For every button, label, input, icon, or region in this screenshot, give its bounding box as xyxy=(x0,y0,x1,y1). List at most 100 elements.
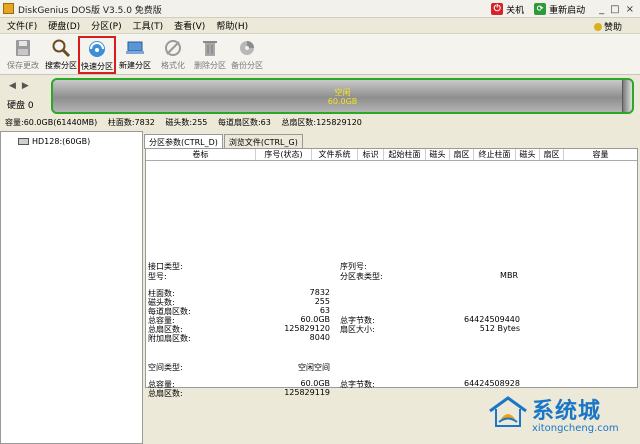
free-capacity-value: 60.0GB xyxy=(300,379,331,388)
maximize-icon[interactable]: □ xyxy=(610,4,619,15)
menu-help[interactable]: 帮助(H) xyxy=(216,19,248,32)
format-icon xyxy=(165,40,181,56)
partition-table-type-label: 分区表类型: xyxy=(340,272,383,281)
restart-icon: ⟳ xyxy=(534,3,547,15)
sectors-per-track-value: 63 xyxy=(319,306,330,315)
menu-bar: 文件(F) 硬盘(D) 分区(P) 工具(T) 查看(V) 帮助(H) xyxy=(0,18,640,33)
col-end-head[interactable]: 磁头 xyxy=(516,149,540,160)
quick-partition-button[interactable]: 快速分区 xyxy=(78,36,116,74)
space-type-label: 空间类型: xyxy=(148,363,183,372)
close-icon[interactable]: × xyxy=(626,4,634,15)
watermark-url: xitongcheng.com xyxy=(532,423,619,434)
shutdown-button[interactable]: ⏻ 关机 xyxy=(491,3,524,16)
tree-node-hd128[interactable]: HD128:(60GB) xyxy=(18,137,90,146)
sector-size-label: 扇区大小: xyxy=(340,325,375,334)
extra-sectors-value: 8040 xyxy=(309,333,330,342)
tree-node-label: HD128:(60GB) xyxy=(32,137,91,146)
prev-disk-icon[interactable]: ◀ xyxy=(9,81,16,91)
total-capacity-value: 60.0GB xyxy=(300,315,331,324)
free-sectors-value: 125829119 xyxy=(284,388,330,397)
tool-label: 格式化 xyxy=(161,61,185,70)
disk-heads: 磁头数:255 xyxy=(165,118,208,127)
save-icon xyxy=(16,40,30,56)
tool-label: 删除分区 xyxy=(194,61,226,70)
partition-table-type-value: MBR xyxy=(500,271,518,280)
disk-info-strip: 容量:60.0GB(61440MB) 柱面数:7832 磁头数:255 每道扇区… xyxy=(0,116,640,129)
tab-browse-files[interactable]: 浏览文件(CTRL_G) xyxy=(223,134,303,149)
tool-label: 保存更改 xyxy=(7,61,39,70)
col-end-cylinder[interactable]: 终止柱面 xyxy=(474,149,516,160)
col-start-cylinder[interactable]: 起始柱面 xyxy=(384,149,426,160)
disk-bar-end xyxy=(622,80,632,112)
window-title: DiskGenius DOS版 V3.5.0 免费版 xyxy=(18,6,162,16)
format-button[interactable]: 格式化 xyxy=(154,37,192,75)
sector-size-value: 512 Bytes xyxy=(479,324,520,333)
free-bytes-value: 64424508928 xyxy=(464,379,520,388)
tab-partition-params[interactable]: 分区参数(CTRL_D) xyxy=(144,134,223,149)
heads-value: 255 xyxy=(314,297,330,306)
tool-label: 搜索分区 xyxy=(45,61,77,70)
app-icon xyxy=(3,3,14,14)
total-sectors-value: 125829120 xyxy=(284,324,330,333)
hard-disk-icon xyxy=(18,138,29,145)
total-bytes-value: 64424509440 xyxy=(464,315,520,324)
title-bar: DiskGenius DOS版 V3.5.0 免费版 ⏻ 关机 ⟳ 重新启动 _… xyxy=(0,0,640,18)
free-sectors-label: 总扇区数: xyxy=(148,389,183,398)
menu-tools[interactable]: 工具(T) xyxy=(133,19,164,32)
disk-nav: ◀ ▶ xyxy=(9,81,29,91)
backup-partition-button[interactable]: 备份分区 xyxy=(228,37,266,75)
menu-view[interactable]: 查看(V) xyxy=(174,19,205,32)
restart-label: 重新启动 xyxy=(549,5,586,16)
delete-icon xyxy=(203,41,217,56)
watermark: 系统城 xitongcheng.com xyxy=(488,391,638,443)
toolbar: 保存更改 搜索分区 快速分区 新建分区 格式化 删除分区 备份分区 xyxy=(0,33,640,75)
minimize-icon[interactable]: _ xyxy=(599,4,604,15)
disk-cylinders: 柱面数:7832 xyxy=(107,118,155,127)
new-partition-icon xyxy=(126,41,144,54)
col-capacity[interactable]: 容量 xyxy=(564,149,637,160)
house-logo-icon xyxy=(489,396,527,427)
disk-capacity: 容量:60.0GB(61440MB) xyxy=(5,118,98,127)
next-disk-icon[interactable]: ▶ xyxy=(22,81,29,91)
col-file-system[interactable]: 文件系统 xyxy=(312,149,358,160)
space-type-value: 空闲空间 xyxy=(298,363,330,372)
search-partition-button[interactable]: 搜索分区 xyxy=(42,37,80,75)
sponsor-label: 赞助 xyxy=(603,23,622,33)
col-start-sector[interactable]: 扇区 xyxy=(450,149,474,160)
restart-button[interactable]: ⟳ 重新启动 xyxy=(534,3,585,16)
col-id[interactable]: 标识 xyxy=(358,149,384,160)
extra-sectors-label: 附加扇区数: xyxy=(148,334,191,343)
free-bytes-label: 总字节数: xyxy=(340,380,375,389)
tool-label: 新建分区 xyxy=(119,61,151,70)
disk-tree: HD128:(60GB) xyxy=(0,131,143,444)
power-icon: ⏻ xyxy=(491,3,504,15)
table-header: 卷标 序号(状态) 文件系统 标识 起始柱面 磁头 扇区 终止柱面 磁头 扇区 … xyxy=(146,149,637,161)
watermark-text: 系统城 xyxy=(532,399,602,424)
delete-partition-button[interactable]: 删除分区 xyxy=(191,37,229,75)
tool-label: 快速分区 xyxy=(81,62,113,71)
save-changes-button[interactable]: 保存更改 xyxy=(4,37,42,75)
col-end-sector[interactable]: 扇区 xyxy=(540,149,564,160)
disk-label: 硬盘 0 xyxy=(7,101,34,111)
search-icon xyxy=(52,39,71,58)
disk-sectors-per-track: 每道扇区数:63 xyxy=(217,118,271,127)
partition-table: 卷标 序号(状态) 文件系统 标识 起始柱面 磁头 扇区 终止柱面 磁头 扇区 … xyxy=(145,148,638,388)
free-space-size: 60.0GB xyxy=(327,97,358,106)
new-partition-button[interactable]: 新建分区 xyxy=(116,37,154,75)
shutdown-label: 关机 xyxy=(506,5,525,16)
disk-partition-bar[interactable]: 空闲 60.0GB xyxy=(51,78,634,114)
model-label: 型号: xyxy=(148,272,167,281)
disk-total-sectors: 总扇区数:125829120 xyxy=(281,118,362,127)
tool-label: 备份分区 xyxy=(231,61,263,70)
sponsor-icon xyxy=(593,22,602,31)
menu-disk[interactable]: 硬盘(D) xyxy=(48,19,80,32)
cylinders-value: 7832 xyxy=(309,288,330,297)
menu-partition[interactable]: 分区(P) xyxy=(91,19,121,32)
col-index-status[interactable]: 序号(状态) xyxy=(256,149,312,160)
quick-partition-icon xyxy=(89,41,105,57)
backup-icon xyxy=(240,41,254,55)
col-volume-label[interactable]: 卷标 xyxy=(146,149,256,160)
col-start-head[interactable]: 磁头 xyxy=(426,149,450,160)
sponsor-link[interactable]: 赞助 xyxy=(593,20,622,33)
menu-file[interactable]: 文件(F) xyxy=(7,19,37,32)
